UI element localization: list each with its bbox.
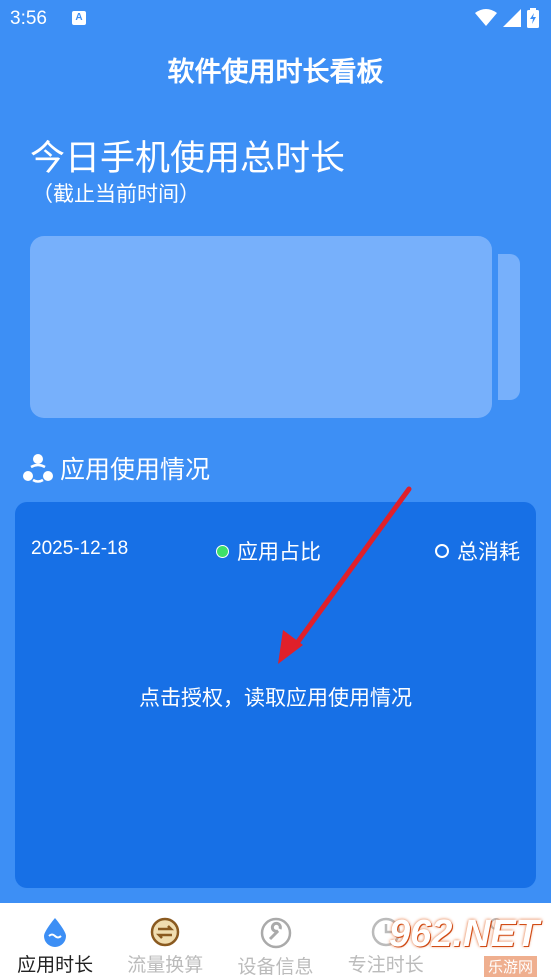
legend-total[interactable]: 总消耗	[435, 536, 520, 566]
app-usage-title: 应用使用情况	[60, 455, 211, 484]
site-watermark: 962.NET 乐游网	[389, 911, 547, 977]
legend-app-ratio[interactable]: 应用占比	[216, 536, 321, 566]
nav-app-duration[interactable]: 应用时长	[0, 903, 110, 979]
wifi-icon	[475, 9, 497, 26]
today-total-subtitle: （截止当前时间）	[32, 182, 200, 206]
wrench-icon	[260, 917, 291, 949]
legend-app-ratio-label: 应用占比	[237, 540, 321, 564]
app-usage-header: 应用使用情况	[22, 450, 210, 486]
nav-traffic-convert[interactable]: 流量换算	[110, 903, 220, 979]
app-usage-card[interactable]: 2025-12-18 应用占比 总消耗 点击授权，读取应用使用情况	[15, 502, 536, 888]
signal-icon	[503, 9, 521, 27]
legend-dot-filled	[216, 544, 229, 558]
legend-total-label: 总消耗	[457, 540, 520, 564]
notification-badge: A	[72, 11, 86, 25]
today-total-title: 今日手机使用总时长	[30, 139, 346, 179]
nav-device-info-label: 设备信息	[237, 956, 314, 978]
water-drop-icon	[44, 918, 67, 947]
nav-app-duration-label: 应用时长	[17, 954, 94, 976]
nav-device-info[interactable]: 设备信息	[220, 903, 330, 979]
usage-battery-cap	[498, 254, 520, 400]
usage-battery-graphic	[30, 236, 492, 418]
authorize-prompt[interactable]: 点击授权，读取应用使用情况	[15, 682, 536, 712]
watermark-subtext: 乐游网	[483, 956, 537, 977]
page-title: 软件使用时长看板	[167, 57, 384, 88]
status-time: 3:56	[10, 8, 47, 29]
exchange-icon	[151, 917, 180, 947]
usage-date: 2025-12-18	[31, 538, 129, 559]
status-bar: 3:56 A	[0, 0, 551, 40]
legend-dot-hollow	[435, 544, 449, 558]
battery-icon	[527, 8, 539, 28]
watermark-text: 962.NET	[389, 913, 539, 955]
app-usage-icon	[23, 454, 53, 483]
status-icons	[475, 8, 539, 28]
nav-traffic-convert-label: 流量换算	[127, 954, 204, 976]
